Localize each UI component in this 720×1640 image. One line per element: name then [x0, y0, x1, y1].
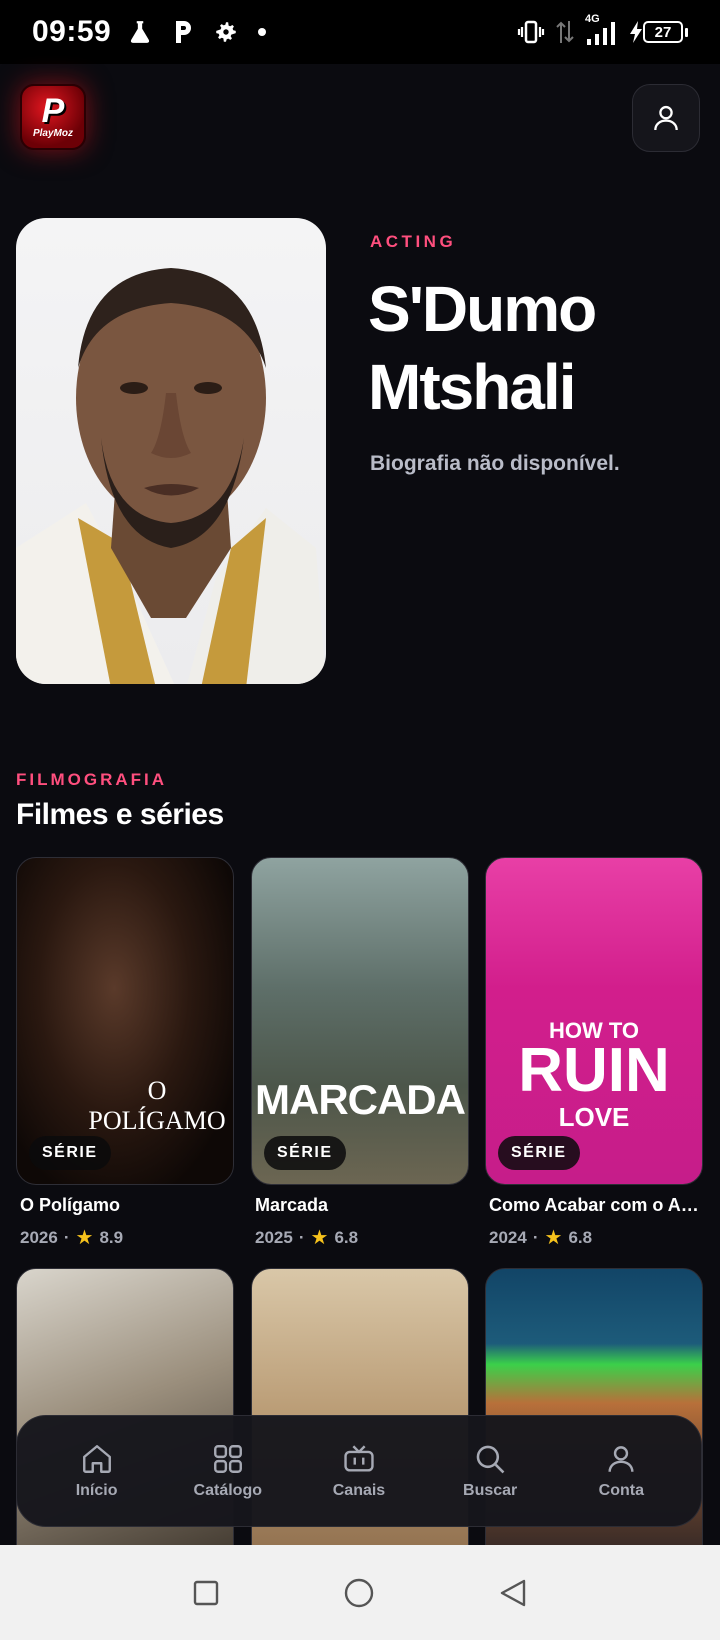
- nav-label: Início: [75, 1482, 118, 1499]
- media-card[interactable]: MARCADA SÉRIE Marcada 2025 · ★ 6.8: [251, 857, 469, 1250]
- system-navigation-bar: [0, 1545, 720, 1640]
- profile-button[interactable]: [632, 84, 700, 152]
- home-icon: [82, 1445, 111, 1473]
- media-card[interactable]: O POLÍGAMO SÉRIE O Polígamo 2026 · ★ 8.9: [16, 857, 234, 1250]
- app-logo[interactable]: P PlayMoz: [20, 84, 86, 150]
- card-rating: 8.9: [99, 1227, 124, 1247]
- department-label: ACTING: [370, 232, 457, 251]
- nav-item-home[interactable]: Início: [42, 1442, 152, 1500]
- dot-icon: [258, 28, 267, 36]
- nav-item-account[interactable]: Conta: [566, 1442, 676, 1500]
- nav-item-search[interactable]: Buscar: [435, 1442, 545, 1500]
- nav-label: Canais: [332, 1482, 386, 1499]
- logo-text: PlayMoz: [32, 127, 73, 139]
- flask-icon: [131, 21, 150, 43]
- nav-label: Buscar: [463, 1482, 518, 1499]
- type-badge: SÉRIE: [29, 1136, 111, 1170]
- poster-image: HOW TO RUIN LOVE SÉRIE: [485, 857, 703, 1185]
- card-meta: 2025 · ★ 6.8: [255, 1227, 359, 1249]
- poster-image: O POLÍGAMO SÉRIE: [16, 857, 234, 1185]
- poster-image: MARCADA SÉRIE: [251, 857, 469, 1185]
- nav-item-channels[interactable]: Canais: [304, 1442, 414, 1500]
- status-bar: 09:59 4G 27: [0, 0, 720, 64]
- type-badge: SÉRIE: [498, 1136, 580, 1170]
- actor-portrait: [16, 218, 326, 684]
- section-kicker: FILMOGRAFIA: [16, 770, 168, 789]
- poster-title-text: RUIN: [518, 1036, 670, 1105]
- card-title: Como Acabar com o Am...: [489, 1195, 703, 1215]
- parking-icon: [176, 21, 192, 43]
- vibrate-icon: [517, 20, 545, 44]
- card-year: 2026: [20, 1227, 58, 1247]
- poster-title-text: MARCADA: [255, 1076, 466, 1123]
- bottom-navigation: Início Catálogo Canais Buscar Conta: [16, 1415, 702, 1527]
- battery-level: 27: [643, 21, 683, 43]
- nav-label: Catálogo: [193, 1482, 262, 1499]
- card-title: Marcada: [255, 1195, 329, 1215]
- star-icon: ★: [75, 1227, 94, 1249]
- battery-indicator: 27: [629, 21, 688, 43]
- data-arrows-icon: [556, 21, 574, 43]
- card-year: 2024: [489, 1227, 527, 1247]
- poster-title-text: LOVE: [558, 1102, 630, 1132]
- user-icon: [654, 105, 678, 131]
- back-icon[interactable]: [499, 1578, 527, 1608]
- tv-icon: [344, 1445, 374, 1472]
- nav-item-catalog[interactable]: Catálogo: [173, 1442, 283, 1500]
- type-badge: SÉRIE: [264, 1136, 346, 1170]
- notification-icons: [127, 19, 267, 45]
- card-meta: 2026 · ★ 8.9: [20, 1227, 124, 1249]
- star-icon: ★: [544, 1227, 563, 1249]
- search-icon: [476, 1445, 505, 1474]
- status-time: 09:59: [32, 15, 112, 48]
- grid-icon: [213, 1445, 242, 1473]
- nav-label: Conta: [598, 1482, 644, 1499]
- card-rating: 6.8: [334, 1227, 359, 1247]
- card-meta: 2024 · ★ 6.8: [489, 1227, 593, 1249]
- card-title: O Polígamo: [20, 1195, 121, 1215]
- actor-name: S'Dumo Mtshali: [368, 273, 597, 423]
- signal-icon: 4G: [585, 13, 619, 47]
- gear-icon: [216, 22, 236, 42]
- charging-bolt-icon: [630, 21, 642, 43]
- section-title: Filmes e séries: [16, 798, 224, 831]
- logo-letter: P: [41, 91, 65, 130]
- media-card[interactable]: HOW TO RUIN LOVE SÉRIE Como Acabar com o…: [485, 857, 703, 1250]
- user-icon: [608, 1446, 634, 1472]
- card-year: 2025: [255, 1227, 293, 1247]
- home-circle-icon[interactable]: [344, 1578, 374, 1608]
- recents-icon[interactable]: [193, 1580, 219, 1606]
- card-rating: 6.8: [568, 1227, 593, 1247]
- poster-title-text: O POLÍGAMO: [88, 1076, 226, 1135]
- actor-bio: Biografia não disponível.: [370, 452, 620, 475]
- star-icon: ★: [310, 1227, 329, 1249]
- system-status-icons: 4G 27: [517, 13, 688, 47]
- app-screen: 09:59 4G 27 P PlayMoz ACTING S'Dumo Mtsh…: [0, 0, 720, 1640]
